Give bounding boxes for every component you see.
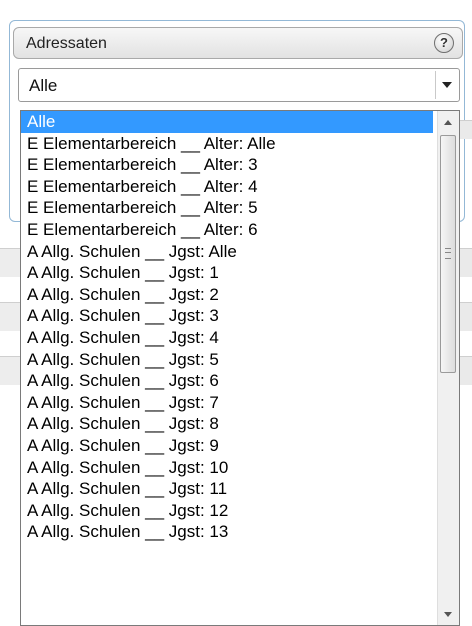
background-strip — [0, 356, 20, 385]
dropdown-option[interactable]: A Allg. Schulen __ Jgst: 9 — [21, 435, 433, 457]
background-strip — [0, 248, 20, 277]
dropdown-option[interactable]: A Allg. Schulen __ Jgst: 10 — [21, 457, 433, 479]
background-strip — [460, 248, 472, 277]
dropdown-option[interactable]: A Allg. Schulen __ Jgst: 7 — [21, 392, 433, 414]
dropdown-option[interactable]: E Elementarbereich __ Alter: Alle — [21, 133, 433, 155]
background-strip — [460, 302, 472, 331]
adressaten-header: Adressaten ? — [13, 27, 463, 59]
adressaten-select[interactable]: Alle — [18, 68, 460, 102]
dropdown-option[interactable]: A Allg. Schulen __ Jgst: 3 — [21, 305, 433, 327]
help-icon[interactable]: ? — [434, 33, 454, 53]
dropdown-option[interactable]: A Allg. Schulen __ Jgst: 5 — [21, 349, 433, 371]
dropdown-option[interactable]: A Allg. Schulen __ Jgst: 12 — [21, 500, 433, 522]
background-strip — [0, 302, 20, 331]
dropdown-option[interactable]: A Allg. Schulen __ Jgst: 4 — [21, 327, 433, 349]
dropdown-option[interactable]: A Allg. Schulen __ Jgst: 8 — [21, 413, 433, 435]
dropdown-scrollbar[interactable] — [437, 111, 459, 625]
background-strip — [460, 120, 472, 139]
dropdown-option[interactable]: A Allg. Schulen __ Jgst: 1 — [21, 262, 433, 284]
scroll-thumb[interactable] — [440, 135, 456, 373]
dropdown-option[interactable]: E Elementarbereich __ Alter: 6 — [21, 219, 433, 241]
dropdown-option[interactable]: A Allg. Schulen __ Jgst: 11 — [21, 478, 433, 500]
dropdown-option[interactable]: A Allg. Schulen __ Jgst: 6 — [21, 370, 433, 392]
chevron-down-icon[interactable] — [435, 71, 457, 99]
dropdown-options: Alle E Elementarbereich __ Alter: Alle E E… — [21, 111, 433, 543]
dropdown-list[interactable]: Alle E Elementarbereich __ Alter: Alle E E… — [20, 110, 460, 626]
dropdown-option[interactable]: A Allg. Schulen __ Jgst: 13 — [21, 521, 433, 543]
background-strip — [460, 356, 472, 385]
dropdown-option[interactable]: A Allg. Schulen __ Jgst: 2 — [21, 284, 433, 306]
dropdown-option[interactable]: E Elementarbereich __ Alter: 3 — [21, 154, 433, 176]
scroll-down-icon[interactable] — [440, 605, 456, 623]
scroll-up-icon[interactable] — [440, 113, 456, 131]
header-title: Adressaten — [26, 35, 107, 52]
dropdown-option[interactable]: E Elementarbereich __ Alter: 4 — [21, 176, 433, 198]
dropdown-option[interactable]: A Allg. Schulen __ Jgst: Alle — [21, 241, 433, 263]
dropdown-option-selected[interactable]: Alle — [21, 111, 433, 133]
dropdown-option[interactable]: E Elementarbereich __ Alter: 5 — [21, 197, 433, 219]
select-value: Alle — [29, 76, 58, 95]
